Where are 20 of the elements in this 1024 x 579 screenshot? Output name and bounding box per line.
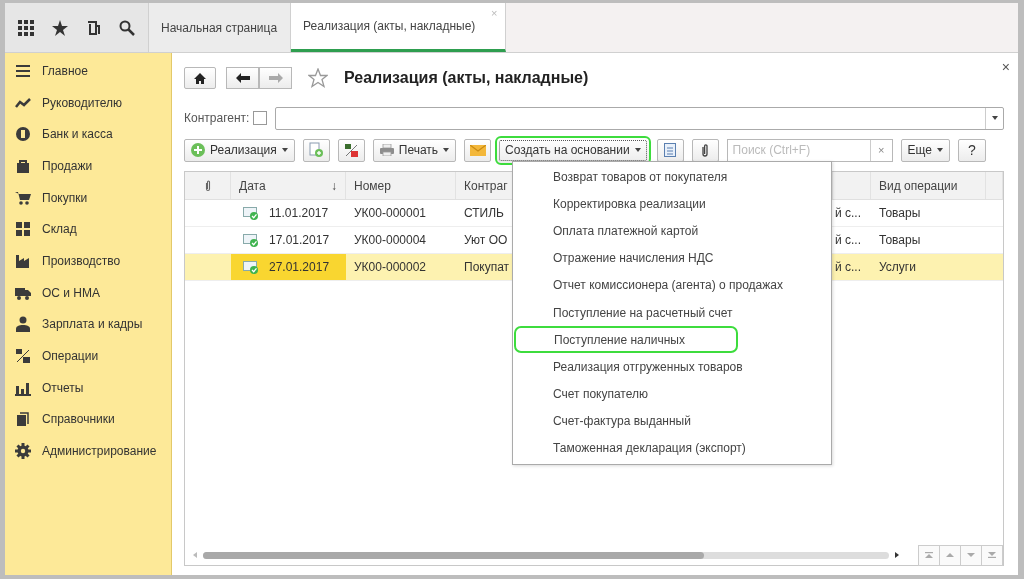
filter-label: Контрагент: [184,111,250,125]
form-title: Реализация (акты, накладные) [344,69,589,87]
table-cell: 17.01.2017 [269,233,330,247]
table-cell-text: УК00-000004 [353,232,427,249]
table-cell-text: Покупат [463,259,511,276]
table-cell-text: Услуги [878,259,917,276]
tab-label: Реализация (акты, накладные) [303,19,476,33]
table-cell-text: УК00-000002 [353,259,427,276]
table-cell-text: Товары [878,205,922,222]
table-cell-text: Уют ОО [463,232,509,249]
table-cell-text: СТИЛЬ [463,205,505,222]
table-cell: 11.01.2017 [269,206,329,220]
table-cell-text: й с... [834,232,863,249]
sort-arrow: ↓ [331,178,337,193]
tab-label: Начальная страница [161,20,278,35]
table-cell-text: й с... [834,205,863,222]
table-cell: 27.01.2017 [269,260,330,274]
table-cell-text: й с... [834,259,863,276]
table-cell-text: Товары [878,232,922,249]
table-cell-text: УК00-000001 [353,205,427,222]
